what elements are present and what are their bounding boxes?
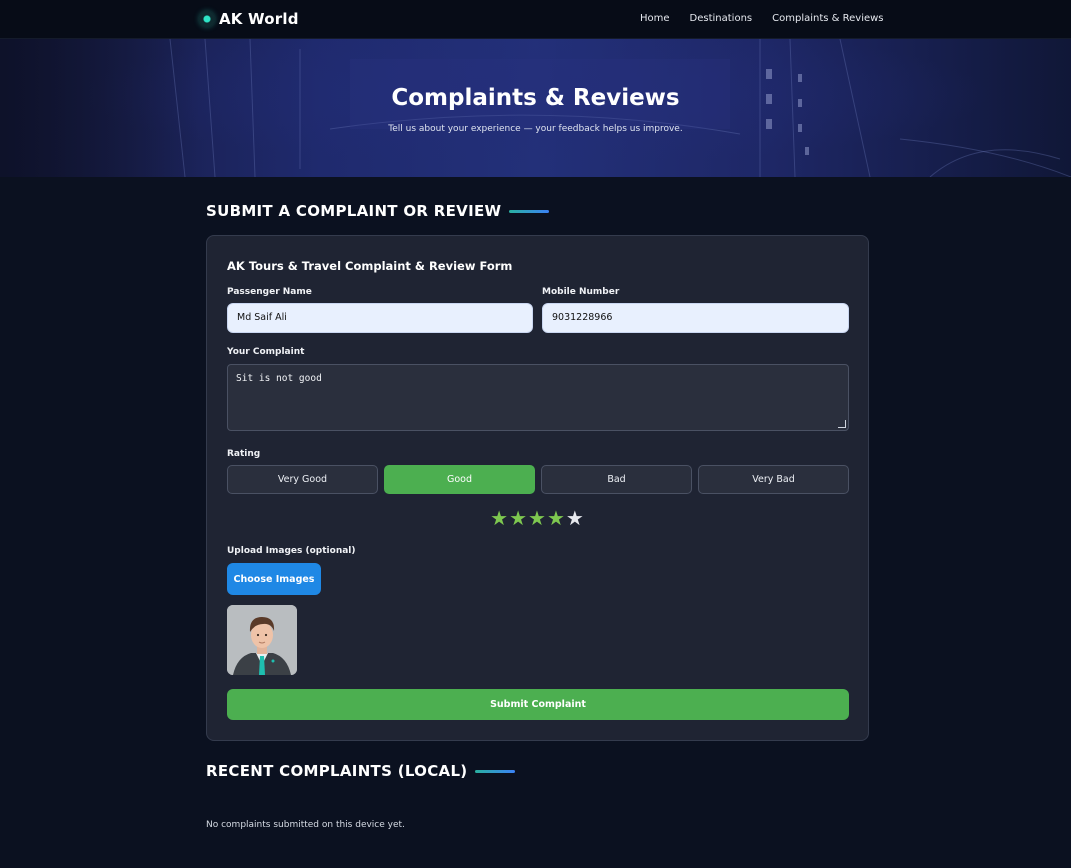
recent-section-heading: RECENT COMPLAINTS (LOCAL) xyxy=(206,762,516,780)
star-filled-icon[interactable]: ★ xyxy=(547,506,566,530)
complaint-textarea[interactable]: Sit is not good xyxy=(227,364,849,431)
resize-grip-icon[interactable] xyxy=(838,420,846,428)
star-filled-icon[interactable]: ★ xyxy=(509,506,528,530)
nav-link-home[interactable]: Home xyxy=(640,13,670,24)
rating-bad-button[interactable]: Bad xyxy=(541,465,692,494)
brand-logo-icon xyxy=(199,11,215,27)
submit-complaint-button[interactable]: Submit Complaint xyxy=(227,689,849,720)
hero-banner: Complaints & Reviews Tell us about your … xyxy=(0,39,1071,177)
rating-very-bad-button[interactable]: Very Bad xyxy=(698,465,849,494)
brand[interactable]: AK World xyxy=(199,9,299,29)
no-complaints-message: No complaints submitted on this device y… xyxy=(206,820,405,830)
heading-accent-bar xyxy=(475,769,516,773)
rating-options: Very Good Good Bad Very Bad xyxy=(227,465,849,494)
star-filled-icon[interactable]: ★ xyxy=(528,506,547,530)
passenger-name-input[interactable]: Md Saif Ali xyxy=(227,303,533,333)
recent-section-heading-text: RECENT COMPLAINTS (LOCAL) xyxy=(206,762,468,780)
passenger-name-label: Passenger Name xyxy=(227,287,312,297)
complaint-label: Your Complaint xyxy=(227,347,305,357)
heading-accent-bar xyxy=(509,209,550,213)
page-title: Complaints & Reviews xyxy=(391,85,680,111)
mobile-number-label: Mobile Number xyxy=(542,287,620,297)
complaint-text: Sit is not good xyxy=(236,373,322,384)
star-rating: ★★★★★ xyxy=(207,506,868,530)
uploaded-image-thumbnail[interactable] xyxy=(227,605,297,675)
form-section-heading-text: SUBMIT A COMPLAINT OR REVIEW xyxy=(206,202,502,220)
nav-links: Home Destinations Complaints & Reviews xyxy=(640,13,884,24)
complaint-form-card: AK Tours & Travel Complaint & Review For… xyxy=(206,235,869,741)
page-subtitle: Tell us about your experience — your fee… xyxy=(388,124,683,134)
choose-images-button[interactable]: Choose Images xyxy=(227,563,321,595)
top-nav: AK World Home Destinations Complaints & … xyxy=(0,0,1071,39)
star-empty-icon[interactable]: ★ xyxy=(566,506,585,530)
person-photo xyxy=(227,605,297,675)
nav-link-destinations[interactable]: Destinations xyxy=(690,13,753,24)
rating-very-good-button[interactable]: Very Good xyxy=(227,465,378,494)
star-filled-icon[interactable]: ★ xyxy=(490,506,509,530)
nav-link-complaints-reviews[interactable]: Complaints & Reviews xyxy=(772,13,883,24)
rating-label: Rating xyxy=(227,449,261,459)
form-title: AK Tours & Travel Complaint & Review For… xyxy=(227,259,513,273)
brand-name: AK World xyxy=(219,10,299,28)
form-section-heading: SUBMIT A COMPLAINT OR REVIEW xyxy=(206,202,550,220)
upload-label: Upload Images (optional) xyxy=(227,546,356,556)
rating-good-button[interactable]: Good xyxy=(384,465,535,494)
mobile-number-input[interactable]: 9031228966 xyxy=(542,303,849,333)
